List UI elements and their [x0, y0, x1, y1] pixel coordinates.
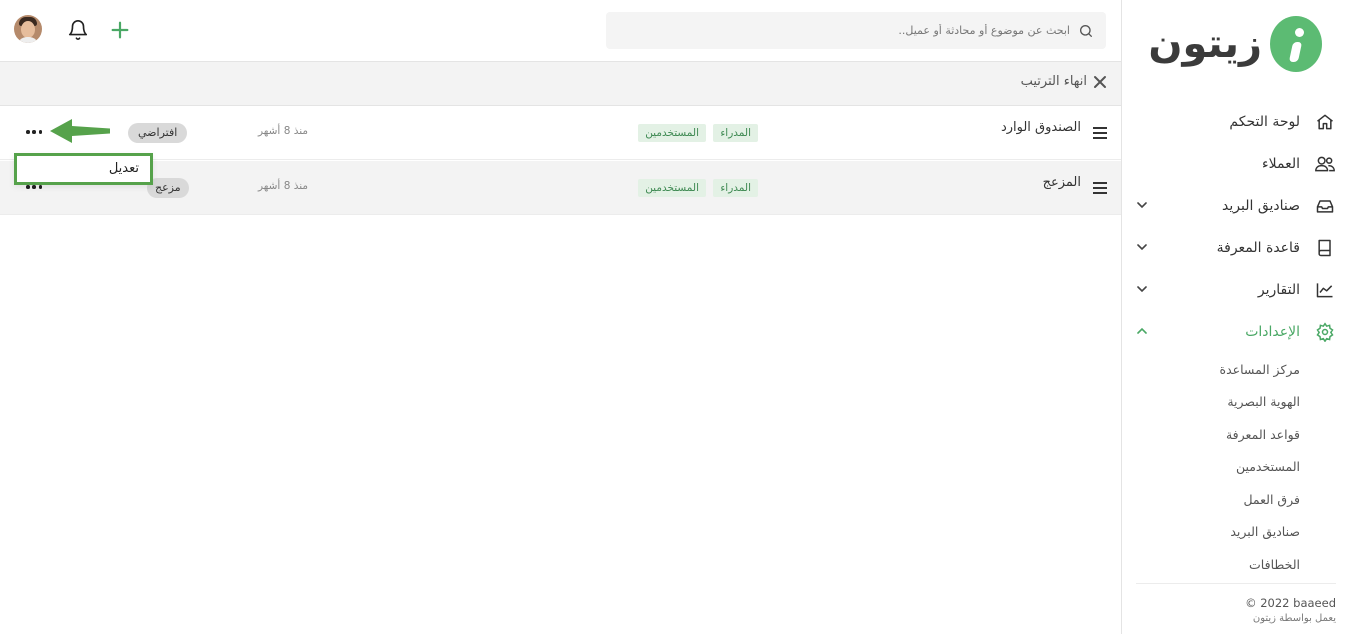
brand-name: زيتون — [1148, 21, 1262, 67]
sidebar-item-reports[interactable]: التقارير — [1121, 269, 1350, 311]
status-badge: افتراضي — [128, 123, 188, 143]
chevron-up-icon[interactable] — [1135, 324, 1149, 338]
sidebar-item-label: الإعدادات — [1245, 324, 1300, 340]
drag-handle-icon[interactable] — [1093, 182, 1107, 194]
sidebar-nav: لوحة التحكم العملاء صناديق البريد قاعدة … — [1121, 101, 1350, 581]
tag-users: المستخدمين — [638, 179, 706, 197]
annotation-arrow-icon — [50, 119, 110, 143]
sidebar-subitem-mailboxes[interactable]: صناديق البريد — [1121, 516, 1350, 549]
search-input[interactable] — [630, 24, 1070, 37]
chevron-down-icon[interactable] — [1135, 240, 1149, 254]
chevron-down-icon[interactable] — [1135, 198, 1149, 212]
chevron-down-icon[interactable] — [1135, 282, 1149, 296]
sidebar-item-mailboxes[interactable]: صناديق البريد — [1121, 185, 1350, 227]
chart-icon — [1314, 279, 1336, 301]
sidebar-item-label: العملاء — [1262, 156, 1300, 172]
sidebar-item-settings[interactable]: الإعدادات — [1121, 311, 1350, 353]
sidebar-subitem-branding[interactable]: الهوية البصرية — [1121, 386, 1350, 419]
tag-users: المستخدمين — [638, 124, 706, 142]
sidebar-item-knowledge-base[interactable]: قاعدة المعرفة — [1121, 227, 1350, 269]
logo-mark-icon — [1270, 16, 1322, 72]
row-context-menu: تعديل — [14, 153, 153, 185]
brand-logo[interactable]: زيتون — [1148, 14, 1322, 74]
mailbox-name: المزعج — [1042, 175, 1081, 190]
sidebar-subitem-users[interactable]: المستخدمين — [1121, 451, 1350, 484]
more-options-icon[interactable] — [26, 130, 42, 134]
sidebar-divider — [1136, 583, 1336, 584]
table-row: الصندوق الوارد المدراء المستخدمين منذ 8 … — [0, 106, 1121, 160]
sidebar: زيتون لوحة التحكم العملاء صناديق البريد — [1121, 0, 1350, 634]
sidebar-footer: © 2022 baaeed يعمل بواسطة زيتون — [1245, 596, 1336, 624]
edit-menu-item[interactable]: تعديل — [109, 161, 139, 176]
sidebar-subitem-help-center[interactable]: مركز المساعدة — [1121, 353, 1350, 386]
sort-toolbar: انهاء الترتيب — [0, 62, 1121, 106]
copyright-text: © 2022 baaeed — [1245, 596, 1336, 610]
sidebar-item-dashboard[interactable]: لوحة التحكم — [1121, 101, 1350, 143]
book-icon — [1314, 237, 1336, 259]
powered-by-text: يعمل بواسطة زيتون — [1252, 613, 1336, 624]
table-row: المزعج المدراء المستخدمين منذ 8 أشهر مزع… — [0, 161, 1121, 215]
sidebar-subitem-knowledge-bases[interactable]: قواعد المعرفة — [1121, 418, 1350, 451]
users-icon — [1314, 153, 1336, 175]
top-bar — [0, 0, 1121, 62]
more-options-icon[interactable] — [26, 185, 42, 189]
sidebar-item-label: لوحة التحكم — [1229, 114, 1300, 130]
search-icon — [1080, 24, 1092, 37]
inbox-icon — [1314, 195, 1336, 217]
close-icon — [1094, 75, 1106, 88]
sidebar-item-label: قاعدة المعرفة — [1216, 240, 1300, 256]
user-avatar[interactable] — [14, 15, 42, 43]
sidebar-subitem-webhooks[interactable]: الخطافات — [1121, 548, 1350, 581]
search-box[interactable] — [606, 12, 1106, 49]
tag-admins: المدراء — [713, 124, 758, 142]
gear-icon — [1314, 321, 1336, 343]
status-badge: مزعج — [147, 178, 189, 198]
end-sort-button[interactable]: انهاء الترتيب — [1021, 74, 1107, 89]
settings-submenu: مركز المساعدة الهوية البصرية قواعد المعر… — [1121, 353, 1350, 581]
sidebar-item-label: التقارير — [1257, 282, 1300, 298]
drag-handle-icon[interactable] — [1093, 127, 1107, 139]
bell-icon[interactable] — [67, 19, 89, 41]
sidebar-item-label: صناديق البريد — [1222, 198, 1300, 214]
end-sort-label: انهاء الترتيب — [1020, 74, 1087, 89]
tag-admins: المدراء — [713, 179, 758, 197]
sidebar-subitem-teams[interactable]: فرق العمل — [1121, 483, 1350, 516]
add-icon[interactable] — [109, 19, 131, 41]
sidebar-item-customers[interactable]: العملاء — [1121, 143, 1350, 185]
updated-time: منذ 8 أشهر — [258, 180, 309, 192]
mailbox-name: الصندوق الوارد — [1000, 120, 1081, 135]
updated-time: منذ 8 أشهر — [258, 125, 309, 137]
home-icon — [1314, 111, 1336, 133]
